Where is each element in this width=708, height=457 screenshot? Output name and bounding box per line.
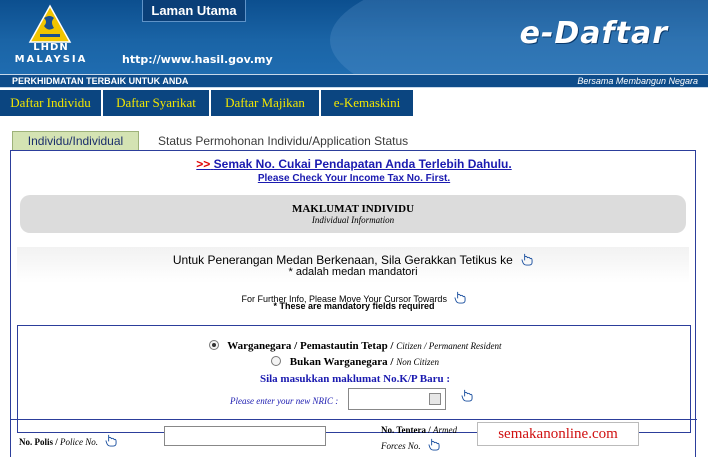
hand-pointer-icon	[105, 434, 117, 447]
id-numbers-row: No. Polis / Police No. No. Tentera / Arm…	[11, 419, 697, 457]
section-title: MAKLUMAT INDIVIDU	[291, 203, 415, 215]
non-citizen-radio[interactable]	[271, 356, 281, 366]
info-text-ms: Untuk Penerangan Medan Berkenaan, Sila G…	[17, 253, 689, 267]
citizen-radio[interactable]	[208, 340, 219, 350]
police-no-input[interactable]	[164, 426, 326, 446]
police-no-label-ms: No. Polis /	[19, 437, 58, 447]
nav-daftar-majikan[interactable]: Daftar Majikan	[211, 90, 321, 116]
citizen-option[interactable]: Warganegara / Pemastautin Tetap / Citize…	[18, 340, 692, 352]
section-subtitle: Individual Information	[311, 215, 395, 225]
check-tax-link[interactable]: >> Semak No. Cukai Pendapatan Anda Terle…	[11, 157, 697, 171]
hand-pointer-icon	[428, 438, 440, 451]
check-tax-link-text: Semak No. Cukai Pendapatan Anda Terlebih…	[213, 157, 512, 171]
mandatory-note-ms: * adalah medan mandatori	[288, 266, 418, 278]
logo-text-lhdn: LHDN	[33, 42, 69, 53]
slogan-bar: PERKHIDMATAN TERBAIK UNTUK ANDA Bersama …	[0, 74, 708, 88]
nav-daftar-individu[interactable]: Daftar Individu	[0, 90, 103, 116]
non-citizen-label-en: Non Citizen	[396, 357, 439, 367]
armed-forces-no-label: No. Tentera / Armed Forces No.	[381, 422, 471, 454]
citizenship-box: Warganegara / Pemastautin Tetap / Citize…	[17, 325, 691, 433]
tab-application-status[interactable]: Status Permohonan Individu/Application S…	[158, 131, 408, 151]
armed-forces-no-label-en-1: Armed	[433, 425, 458, 435]
armed-forces-no-label-en-2: Forces No.	[381, 441, 421, 451]
lhdn-emblem-icon	[28, 4, 72, 43]
check-tax-link-en[interactable]: Please Check Your Income Tax No. First.	[11, 173, 697, 184]
nric-input[interactable]	[348, 388, 446, 410]
slogan-left: PERKHIDMATAN TERBAIK UNTUK ANDA	[12, 76, 189, 86]
nav-e-kemaskini[interactable]: e-Kemaskini	[321, 90, 415, 116]
nric-prompt-en: Please enter your new NRIC :	[230, 396, 339, 406]
police-no-label-en: Police No.	[60, 437, 99, 447]
nav-daftar-syarikat[interactable]: Daftar Syarikat	[103, 90, 211, 116]
site-url: http://www.hasil.gov.my	[122, 53, 273, 66]
form-panel: >> Semak No. Cukai Pendapatan Anda Terle…	[10, 150, 697, 457]
section-header: MAKLUMAT INDIVIDU Individual Information	[20, 195, 686, 233]
header-banner: LHDN MALAYSIA Laman Utama http://www.has…	[0, 0, 708, 74]
nric-prompt: Sila masukkan maklumat No.K/P Baru :	[259, 373, 451, 385]
non-citizen-label: Bukan Warganegara /	[289, 356, 394, 368]
hand-pointer-icon	[461, 389, 473, 402]
info-text-ms-label: Untuk Penerangan Medan Berkenaan, Sila G…	[172, 253, 513, 267]
logo-text-malaysia: MALAYSIA	[14, 54, 88, 65]
info-band: Untuk Penerangan Medan Berkenaan, Sila G…	[17, 247, 689, 283]
mandatory-note-en: * These are mandatory fields required	[273, 301, 435, 311]
police-no-label: No. Polis / Police No.	[19, 434, 117, 447]
keyboard-icon[interactable]	[429, 393, 441, 405]
main-nav: Daftar Individu Daftar Syarikat Daftar M…	[0, 89, 708, 117]
non-citizen-option[interactable]: Bukan Warganegara / Non Citizen	[18, 356, 692, 368]
app-title: e-Daftar	[519, 16, 668, 51]
citizen-label: Warganegara / Pemastautin Tetap /	[227, 340, 394, 352]
slogan-right: Bersama Membangun Negara	[577, 76, 698, 86]
hand-pointer-icon	[521, 253, 533, 266]
watermark: semakanonline.com	[477, 422, 639, 446]
home-tab[interactable]: Laman Utama	[142, 0, 246, 22]
armed-forces-no-label-ms: No. Tentera /	[381, 425, 431, 435]
citizen-label-en: Citizen / Permanent Resident	[396, 341, 502, 351]
tab-individu[interactable]: Individu/Individual	[12, 131, 139, 151]
link-arrows: >>	[196, 157, 211, 171]
lhdn-logo[interactable]: LHDN MALAYSIA	[6, 2, 96, 68]
